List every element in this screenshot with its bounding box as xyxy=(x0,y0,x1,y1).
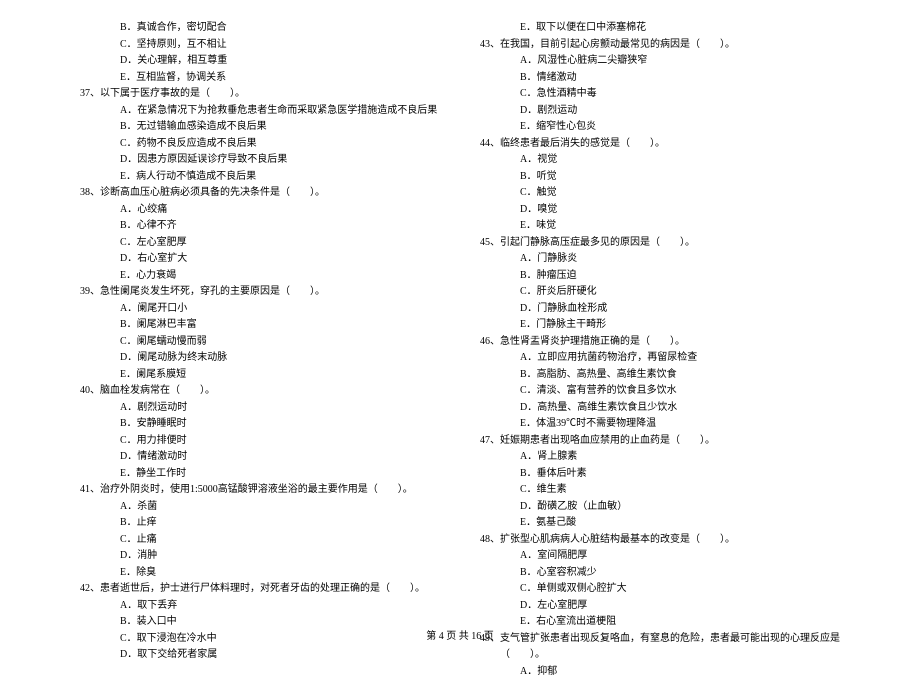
option: D．因患方原因延误诊疗导致不良后果 xyxy=(100,152,460,169)
option: D．嗅觉 xyxy=(500,202,860,219)
question-stem: 47、妊娠期患者出现咯血应禁用的止血药是（ ）。 xyxy=(500,433,860,450)
option: E．味觉 xyxy=(500,218,860,235)
option: C．阑尾蠕动慢而弱 xyxy=(100,334,460,351)
question-stem: 39、急性阑尾炎发生坏死，穿孔的主要原因是（ ）。 xyxy=(100,284,460,301)
question-stem: 41、治疗外阴炎时，使用1:5000高锰酸钾溶液坐浴的最主要作用是（ ）。 xyxy=(100,482,460,499)
option: B．真诚合作，密切配合 xyxy=(100,20,460,37)
question-stem: 46、急性肾盂肾炎护理措施正确的是（ ）。 xyxy=(500,334,860,351)
question-stem: 45、引起门静脉高压症最多见的原因是（ ）。 xyxy=(500,235,860,252)
option: D．左心室肥厚 xyxy=(500,598,860,615)
option: C．急性酒精中毒 xyxy=(500,86,860,103)
option: D．高热量、高维生素饮食且少饮水 xyxy=(500,400,860,417)
option: B．肿瘤压迫 xyxy=(500,268,860,285)
option: B．高脂肪、高热量、高维生素饮食 xyxy=(500,367,860,384)
option: D．取下交给死者家属 xyxy=(100,647,460,664)
option: B．止痒 xyxy=(100,515,460,532)
option: D．阑尾动脉为终末动脉 xyxy=(100,350,460,367)
option: A．阑尾开口小 xyxy=(100,301,460,318)
option: C．止痛 xyxy=(100,532,460,549)
question-stem: 44、临终患者最后消失的感觉是（ ）。 xyxy=(500,136,860,153)
option: A．门静脉炎 xyxy=(500,251,860,268)
option: A．抑郁 xyxy=(500,664,860,680)
option: A．心绞痛 xyxy=(100,202,460,219)
option: A．风湿性心脏病二尖瓣狭窄 xyxy=(500,53,860,70)
option: A．在紧急情况下为抢救垂危患者生命而采取紧急医学措施造成不良后果 xyxy=(100,103,460,120)
option: D．酚磺乙胺（止血敏） xyxy=(500,499,860,516)
option: C．坚持原则，互不相让 xyxy=(100,37,460,54)
option: C．肝炎后肝硬化 xyxy=(500,284,860,301)
option: E．阑尾系膜短 xyxy=(100,367,460,384)
right-column: E．取下以便在口中添塞棉花43、在我国，目前引起心房颤动最常见的病因是（ ）。A… xyxy=(500,20,860,610)
option: C．触觉 xyxy=(500,185,860,202)
option: C．左心室肥厚 xyxy=(100,235,460,252)
question-stem: 40、脑血栓发病常在（ ）。 xyxy=(100,383,460,400)
option: E．取下以便在口中添塞棉花 xyxy=(500,20,860,37)
option: E．门静脉主干畸形 xyxy=(500,317,860,334)
option: A．立即应用抗菌药物治疗，再留尿检查 xyxy=(500,350,860,367)
option: D．右心室扩大 xyxy=(100,251,460,268)
left-column: B．真诚合作，密切配合C．坚持原则，互不相让D．关心理解，相互尊重E．互相监督，… xyxy=(100,20,460,610)
option: B．听觉 xyxy=(500,169,860,186)
option: E．心力衰竭 xyxy=(100,268,460,285)
question-stem: 43、在我国，目前引起心房颤动最常见的病因是（ ）。 xyxy=(500,37,860,54)
option: C．用力排便时 xyxy=(100,433,460,450)
option: C．单侧或双侧心腔扩大 xyxy=(500,581,860,598)
option: B．安静睡眠时 xyxy=(100,416,460,433)
option: C．药物不良反应造成不良后果 xyxy=(100,136,460,153)
option: E．静坐工作时 xyxy=(100,466,460,483)
option: A．杀菌 xyxy=(100,499,460,516)
option: E．氨基己酸 xyxy=(500,515,860,532)
option: B．心律不齐 xyxy=(100,218,460,235)
question-stem: 38、诊断高血压心脏病必须具备的先决条件是（ ）。 xyxy=(100,185,460,202)
option: A．肾上腺素 xyxy=(500,449,860,466)
option: A．剧烈运动时 xyxy=(100,400,460,417)
option: D．剧烈运动 xyxy=(500,103,860,120)
option: A．取下丢弃 xyxy=(100,598,460,615)
option: C．清淡、富有营养的饮食且多饮水 xyxy=(500,383,860,400)
option: E．互相监督，协调关系 xyxy=(100,70,460,87)
question-stem: 48、扩张型心肌病病人心脏结构最基本的改变是（ ）。 xyxy=(500,532,860,549)
option: B．心室容积减少 xyxy=(500,565,860,582)
option: E．除臭 xyxy=(100,565,460,582)
question-stem: 42、患者逝世后，护士进行尸体料理时，对死者牙齿的处理正确的是（ ）。 xyxy=(100,581,460,598)
option: B．阑尾淋巴丰富 xyxy=(100,317,460,334)
option: D．情绪激动时 xyxy=(100,449,460,466)
option: E．体温39℃时不需要物理降温 xyxy=(500,416,860,433)
page-footer: 第 4 页 共 16 页 xyxy=(0,627,920,642)
option: A．室间隔肥厚 xyxy=(500,548,860,565)
question-stem: 37、以下属于医疗事故的是（ ）。 xyxy=(100,86,460,103)
option: D．关心理解，相互尊重 xyxy=(100,53,460,70)
option: C．维生素 xyxy=(500,482,860,499)
option: E．缩窄性心包炎 xyxy=(500,119,860,136)
option: B．情绪激动 xyxy=(500,70,860,87)
option: A．视觉 xyxy=(500,152,860,169)
option: B．垂体后叶素 xyxy=(500,466,860,483)
option: D．门静脉血栓形成 xyxy=(500,301,860,318)
option: D．消肿 xyxy=(100,548,460,565)
option: E．病人行动不慎造成不良后果 xyxy=(100,169,460,186)
option: B．无过错输血感染造成不良后果 xyxy=(100,119,460,136)
